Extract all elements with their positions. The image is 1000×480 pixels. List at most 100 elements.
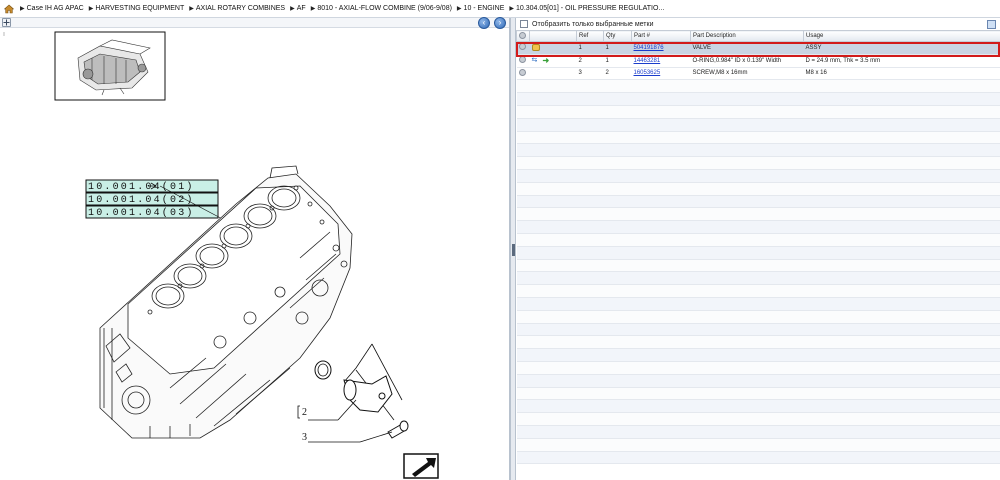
- empty-table-row: [516, 399, 1000, 414]
- table-row[interactable]: ⇆ ➜ 2 1 14463281 O-RING,0.984" ID x 0.139…: [516, 54, 1000, 68]
- empty-table-row: [516, 131, 1000, 145]
- part-number-link[interactable]: 14463281: [634, 58, 661, 64]
- empty-table-row: [516, 259, 1000, 273]
- filter-bar: Отобразить только выбранные метки: [516, 18, 1000, 30]
- breadcrumb: ▶ Case IH AG APAC ▶ HARVESTING EQUIPMENT ▶…: [0, 0, 1000, 18]
- ref-cell: 1: [576, 41, 604, 55]
- empty-table-row: [516, 182, 1000, 196]
- empty-table-row: [516, 271, 1000, 286]
- empty-table-row: [516, 207, 1000, 222]
- forward-icon[interactable]: ➜: [543, 57, 551, 65]
- show-selected-only-checkbox[interactable]: [520, 20, 528, 28]
- parts-list-panel: Отобразить только выбранные метки Ref Qt…: [516, 18, 1000, 480]
- export-icon[interactable]: [987, 20, 996, 29]
- breadcrumb-item[interactable]: ▶ 8010 - AXIAL-FLOW COMBINE (9/06-9/08): [311, 5, 452, 12]
- table-header: Ref Qty Part # Part Description Usage: [516, 30, 1000, 42]
- empty-table-row: [516, 374, 1000, 388]
- gear-icon[interactable]: [518, 68, 526, 76]
- column-header-ref[interactable]: Ref: [576, 30, 604, 42]
- gear-icon[interactable]: [518, 56, 526, 64]
- qty-cell: 1: [603, 41, 632, 55]
- qty-cell: 1: [603, 54, 632, 68]
- empty-table-row: [516, 156, 1000, 170]
- engine-thumbnail[interactable]: [54, 31, 166, 101]
- empty-table-row: [516, 284, 1000, 298]
- view-direction-icon: [403, 453, 439, 479]
- empty-table-row: [516, 220, 1000, 234]
- column-header-usage[interactable]: Usage: [803, 30, 1000, 42]
- table-row[interactable]: 1 1 504191876 VALVE ASSY: [516, 41, 1000, 55]
- callout-label[interactable]: 10.001.04(03): [85, 205, 219, 219]
- breadcrumb-item[interactable]: ▶ 10 - ENGINE: [457, 5, 504, 12]
- column-header-qty[interactable]: Qty: [603, 30, 632, 42]
- empty-table-row: [516, 92, 1000, 106]
- usage-cell: ASSY: [803, 41, 1000, 55]
- zoom-icon: [3, 19, 10, 26]
- empty-table-row: [516, 246, 1000, 260]
- column-header-part-number[interactable]: Part #: [631, 30, 691, 42]
- header-actions: [529, 30, 577, 42]
- empty-table-row: [516, 143, 1000, 158]
- home-icon[interactable]: [4, 4, 14, 14]
- usage-cell: D = 24.9 mm, Thk = 3.5 mm: [803, 54, 1000, 68]
- o-ring-part[interactable]: [314, 360, 332, 380]
- ref-cell: 2: [576, 54, 604, 68]
- empty-table-row: [516, 323, 1000, 337]
- splitter-grip-icon[interactable]: [512, 244, 515, 256]
- empty-table-row: [516, 438, 1000, 452]
- valve-part[interactable]: [343, 375, 393, 413]
- gear-icon: [519, 31, 526, 39]
- drawing-panel: ‹ › 10.001.04(01) 10.001.04(02) 10.001.0…: [0, 17, 510, 480]
- description-cell: SCREW,M8 x 16mm: [690, 67, 804, 81]
- svg-text:2: 2: [302, 407, 307, 418]
- empty-table-row: [516, 169, 1000, 183]
- drawing-toolbar: ‹ ›: [0, 17, 509, 29]
- breadcrumb-item[interactable]: ▶ AF: [290, 5, 306, 12]
- qty-cell: 2: [603, 67, 632, 81]
- header-settings-icon[interactable]: [516, 30, 530, 42]
- empty-table-row: [516, 451, 1000, 465]
- ref-label-3: 3: [302, 431, 393, 443]
- swap-icon[interactable]: ⇆: [532, 57, 540, 64]
- breadcrumb-arrow-icon: ▶: [88, 6, 94, 12]
- empty-table-row: [516, 195, 1000, 209]
- part-number-link[interactable]: 16053625: [634, 70, 661, 76]
- empty-table-row: [516, 79, 1000, 94]
- breadcrumb-arrow-icon: ▶: [310, 6, 316, 12]
- breadcrumb-arrow-icon: ▶: [456, 6, 462, 12]
- empty-rows: [516, 79, 1000, 465]
- parts-table: Ref Qty Part # Part Description Usage 1 …: [516, 30, 1000, 465]
- svg-text:10.001.04(01): 10.001.04(01): [88, 181, 195, 193]
- ref-label-2: 2: [297, 399, 357, 421]
- svg-text:3: 3: [302, 432, 307, 443]
- breadcrumb-item[interactable]: ▶ AXIAL ROTARY COMBINES: [189, 5, 285, 12]
- show-selected-only-label: Отобразить только выбранные метки: [532, 20, 654, 28]
- empty-table-row: [516, 335, 1000, 350]
- zoom-fit-button[interactable]: [2, 18, 11, 27]
- breadcrumb-arrow-icon: ▶: [20, 6, 25, 12]
- ref-cell: 3: [576, 67, 604, 81]
- empty-table-row: [516, 297, 1000, 311]
- exploded-parts-diagram: 10.001.04(01) 10.001.04(02) 10.001.04(03…: [3, 31, 439, 479]
- empty-table-row: [516, 425, 1000, 439]
- breadcrumb-item[interactable]: ▶ Case IH AG APAC: [20, 5, 84, 12]
- empty-table-row: [516, 105, 1000, 119]
- arrow-right-icon: ›: [498, 18, 502, 27]
- breadcrumb-arrow-icon: ▶: [290, 6, 295, 12]
- part-number-link[interactable]: 504191876: [634, 45, 664, 51]
- empty-table-row: [516, 361, 1000, 375]
- screw-part[interactable]: [387, 420, 409, 439]
- breadcrumb-item[interactable]: ▶ HARVESTING EQUIPMENT: [89, 5, 185, 12]
- callout-label[interactable]: 10.001.04(02): [85, 192, 219, 206]
- gear-icon[interactable]: [518, 43, 526, 51]
- cart-icon[interactable]: [531, 44, 540, 52]
- breadcrumb-arrow-icon: ▶: [509, 6, 515, 12]
- table-row[interactable]: 3 2 16053625 SCREW,M8 x 16mm M8 x 16: [516, 67, 1000, 81]
- empty-table-row: [516, 348, 1000, 362]
- callout-label[interactable]: 10.001.04(01): [85, 179, 219, 193]
- empty-table-row: [516, 233, 1000, 247]
- column-header-description[interactable]: Part Description: [690, 30, 804, 42]
- empty-table-row: [516, 412, 1000, 426]
- breadcrumb-arrow-icon: ▶: [189, 6, 194, 12]
- callout-group: 10.001.04(01) 10.001.04(02) 10.001.04(03…: [85, 179, 219, 219]
